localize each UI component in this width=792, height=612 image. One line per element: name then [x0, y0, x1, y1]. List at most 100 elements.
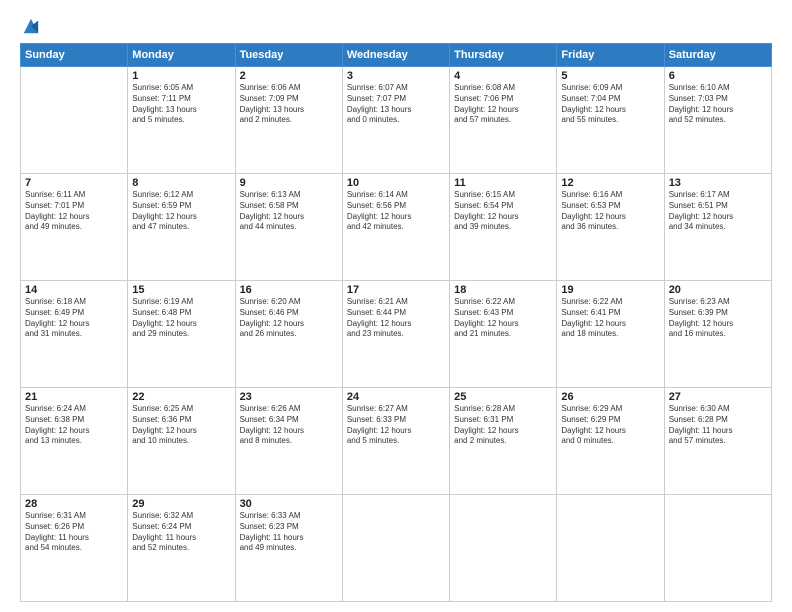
calendar-cell: 14Sunrise: 6:18 AM Sunset: 6:49 PM Dayli…: [21, 281, 128, 388]
cell-daylight-info: Sunrise: 6:23 AM Sunset: 6:39 PM Dayligh…: [669, 297, 767, 340]
day-number: 22: [132, 391, 230, 403]
day-header-saturday: Saturday: [664, 44, 771, 67]
calendar-cell: [21, 67, 128, 174]
logo: [20, 16, 40, 35]
day-header-sunday: Sunday: [21, 44, 128, 67]
day-number: 6: [669, 70, 767, 82]
calendar-cell: [557, 495, 664, 602]
day-number: 11: [454, 177, 552, 189]
day-number: 3: [347, 70, 445, 82]
cell-daylight-info: Sunrise: 6:16 AM Sunset: 6:53 PM Dayligh…: [561, 190, 659, 233]
calendar-cell: 28Sunrise: 6:31 AM Sunset: 6:26 PM Dayli…: [21, 495, 128, 602]
calendar-cell: [450, 495, 557, 602]
calendar-cell: 22Sunrise: 6:25 AM Sunset: 6:36 PM Dayli…: [128, 388, 235, 495]
calendar-cell: 6Sunrise: 6:10 AM Sunset: 7:03 PM Daylig…: [664, 67, 771, 174]
page: SundayMondayTuesdayWednesdayThursdayFrid…: [0, 0, 792, 612]
cell-daylight-info: Sunrise: 6:21 AM Sunset: 6:44 PM Dayligh…: [347, 297, 445, 340]
cell-daylight-info: Sunrise: 6:27 AM Sunset: 6:33 PM Dayligh…: [347, 404, 445, 447]
day-number: 23: [240, 391, 338, 403]
calendar-cell: 19Sunrise: 6:22 AM Sunset: 6:41 PM Dayli…: [557, 281, 664, 388]
calendar-cell: 24Sunrise: 6:27 AM Sunset: 6:33 PM Dayli…: [342, 388, 449, 495]
calendar-cell: 8Sunrise: 6:12 AM Sunset: 6:59 PM Daylig…: [128, 174, 235, 281]
cell-daylight-info: Sunrise: 6:29 AM Sunset: 6:29 PM Dayligh…: [561, 404, 659, 447]
day-number: 26: [561, 391, 659, 403]
calendar-cell: 29Sunrise: 6:32 AM Sunset: 6:24 PM Dayli…: [128, 495, 235, 602]
cell-daylight-info: Sunrise: 6:22 AM Sunset: 6:41 PM Dayligh…: [561, 297, 659, 340]
cell-daylight-info: Sunrise: 6:33 AM Sunset: 6:23 PM Dayligh…: [240, 511, 338, 554]
day-number: 2: [240, 70, 338, 82]
cell-daylight-info: Sunrise: 6:10 AM Sunset: 7:03 PM Dayligh…: [669, 83, 767, 126]
cell-daylight-info: Sunrise: 6:15 AM Sunset: 6:54 PM Dayligh…: [454, 190, 552, 233]
day-number: 5: [561, 70, 659, 82]
calendar-cell: 26Sunrise: 6:29 AM Sunset: 6:29 PM Dayli…: [557, 388, 664, 495]
cell-daylight-info: Sunrise: 6:06 AM Sunset: 7:09 PM Dayligh…: [240, 83, 338, 126]
day-header-wednesday: Wednesday: [342, 44, 449, 67]
day-number: 24: [347, 391, 445, 403]
day-number: 10: [347, 177, 445, 189]
day-number: 1: [132, 70, 230, 82]
calendar-cell: 2Sunrise: 6:06 AM Sunset: 7:09 PM Daylig…: [235, 67, 342, 174]
day-number: 7: [25, 177, 123, 189]
cell-daylight-info: Sunrise: 6:25 AM Sunset: 6:36 PM Dayligh…: [132, 404, 230, 447]
cell-daylight-info: Sunrise: 6:17 AM Sunset: 6:51 PM Dayligh…: [669, 190, 767, 233]
calendar-week-3: 14Sunrise: 6:18 AM Sunset: 6:49 PM Dayli…: [21, 281, 772, 388]
day-number: 13: [669, 177, 767, 189]
cell-daylight-info: Sunrise: 6:20 AM Sunset: 6:46 PM Dayligh…: [240, 297, 338, 340]
cell-daylight-info: Sunrise: 6:30 AM Sunset: 6:28 PM Dayligh…: [669, 404, 767, 447]
day-number: 25: [454, 391, 552, 403]
day-number: 15: [132, 284, 230, 296]
cell-daylight-info: Sunrise: 6:32 AM Sunset: 6:24 PM Dayligh…: [132, 511, 230, 554]
cell-daylight-info: Sunrise: 6:08 AM Sunset: 7:06 PM Dayligh…: [454, 83, 552, 126]
calendar-cell: 23Sunrise: 6:26 AM Sunset: 6:34 PM Dayli…: [235, 388, 342, 495]
day-number: 28: [25, 498, 123, 510]
day-number: 9: [240, 177, 338, 189]
day-number: 17: [347, 284, 445, 296]
calendar-week-1: 1Sunrise: 6:05 AM Sunset: 7:11 PM Daylig…: [21, 67, 772, 174]
calendar-week-2: 7Sunrise: 6:11 AM Sunset: 7:01 PM Daylig…: [21, 174, 772, 281]
day-number: 27: [669, 391, 767, 403]
cell-daylight-info: Sunrise: 6:18 AM Sunset: 6:49 PM Dayligh…: [25, 297, 123, 340]
calendar-cell: 27Sunrise: 6:30 AM Sunset: 6:28 PM Dayli…: [664, 388, 771, 495]
calendar-week-4: 21Sunrise: 6:24 AM Sunset: 6:38 PM Dayli…: [21, 388, 772, 495]
day-header-friday: Friday: [557, 44, 664, 67]
cell-daylight-info: Sunrise: 6:09 AM Sunset: 7:04 PM Dayligh…: [561, 83, 659, 126]
day-number: 8: [132, 177, 230, 189]
day-number: 12: [561, 177, 659, 189]
calendar-cell: 21Sunrise: 6:24 AM Sunset: 6:38 PM Dayli…: [21, 388, 128, 495]
calendar-cell: 20Sunrise: 6:23 AM Sunset: 6:39 PM Dayli…: [664, 281, 771, 388]
calendar-cell: 10Sunrise: 6:14 AM Sunset: 6:56 PM Dayli…: [342, 174, 449, 281]
day-number: 16: [240, 284, 338, 296]
day-header-thursday: Thursday: [450, 44, 557, 67]
day-number: 29: [132, 498, 230, 510]
calendar-body: 1Sunrise: 6:05 AM Sunset: 7:11 PM Daylig…: [21, 67, 772, 602]
calendar-header-row: SundayMondayTuesdayWednesdayThursdayFrid…: [21, 44, 772, 67]
calendar-cell: 30Sunrise: 6:33 AM Sunset: 6:23 PM Dayli…: [235, 495, 342, 602]
cell-daylight-info: Sunrise: 6:28 AM Sunset: 6:31 PM Dayligh…: [454, 404, 552, 447]
calendar-cell: 16Sunrise: 6:20 AM Sunset: 6:46 PM Dayli…: [235, 281, 342, 388]
calendar-cell: 3Sunrise: 6:07 AM Sunset: 7:07 PM Daylig…: [342, 67, 449, 174]
calendar-cell: 5Sunrise: 6:09 AM Sunset: 7:04 PM Daylig…: [557, 67, 664, 174]
header: [20, 16, 772, 35]
cell-daylight-info: Sunrise: 6:26 AM Sunset: 6:34 PM Dayligh…: [240, 404, 338, 447]
calendar-cell: 17Sunrise: 6:21 AM Sunset: 6:44 PM Dayli…: [342, 281, 449, 388]
day-number: 21: [25, 391, 123, 403]
day-number: 20: [669, 284, 767, 296]
cell-daylight-info: Sunrise: 6:07 AM Sunset: 7:07 PM Dayligh…: [347, 83, 445, 126]
calendar-cell: 9Sunrise: 6:13 AM Sunset: 6:58 PM Daylig…: [235, 174, 342, 281]
cell-daylight-info: Sunrise: 6:24 AM Sunset: 6:38 PM Dayligh…: [25, 404, 123, 447]
day-number: 30: [240, 498, 338, 510]
cell-daylight-info: Sunrise: 6:11 AM Sunset: 7:01 PM Dayligh…: [25, 190, 123, 233]
calendar-cell: 4Sunrise: 6:08 AM Sunset: 7:06 PM Daylig…: [450, 67, 557, 174]
cell-daylight-info: Sunrise: 6:19 AM Sunset: 6:48 PM Dayligh…: [132, 297, 230, 340]
day-number: 14: [25, 284, 123, 296]
logo-icon: [22, 17, 40, 35]
cell-daylight-info: Sunrise: 6:13 AM Sunset: 6:58 PM Dayligh…: [240, 190, 338, 233]
cell-daylight-info: Sunrise: 6:14 AM Sunset: 6:56 PM Dayligh…: [347, 190, 445, 233]
cell-daylight-info: Sunrise: 6:12 AM Sunset: 6:59 PM Dayligh…: [132, 190, 230, 233]
calendar-cell: 1Sunrise: 6:05 AM Sunset: 7:11 PM Daylig…: [128, 67, 235, 174]
calendar-cell: 7Sunrise: 6:11 AM Sunset: 7:01 PM Daylig…: [21, 174, 128, 281]
cell-daylight-info: Sunrise: 6:31 AM Sunset: 6:26 PM Dayligh…: [25, 511, 123, 554]
calendar-cell: [342, 495, 449, 602]
calendar-cell: 12Sunrise: 6:16 AM Sunset: 6:53 PM Dayli…: [557, 174, 664, 281]
calendar-cell: 15Sunrise: 6:19 AM Sunset: 6:48 PM Dayli…: [128, 281, 235, 388]
